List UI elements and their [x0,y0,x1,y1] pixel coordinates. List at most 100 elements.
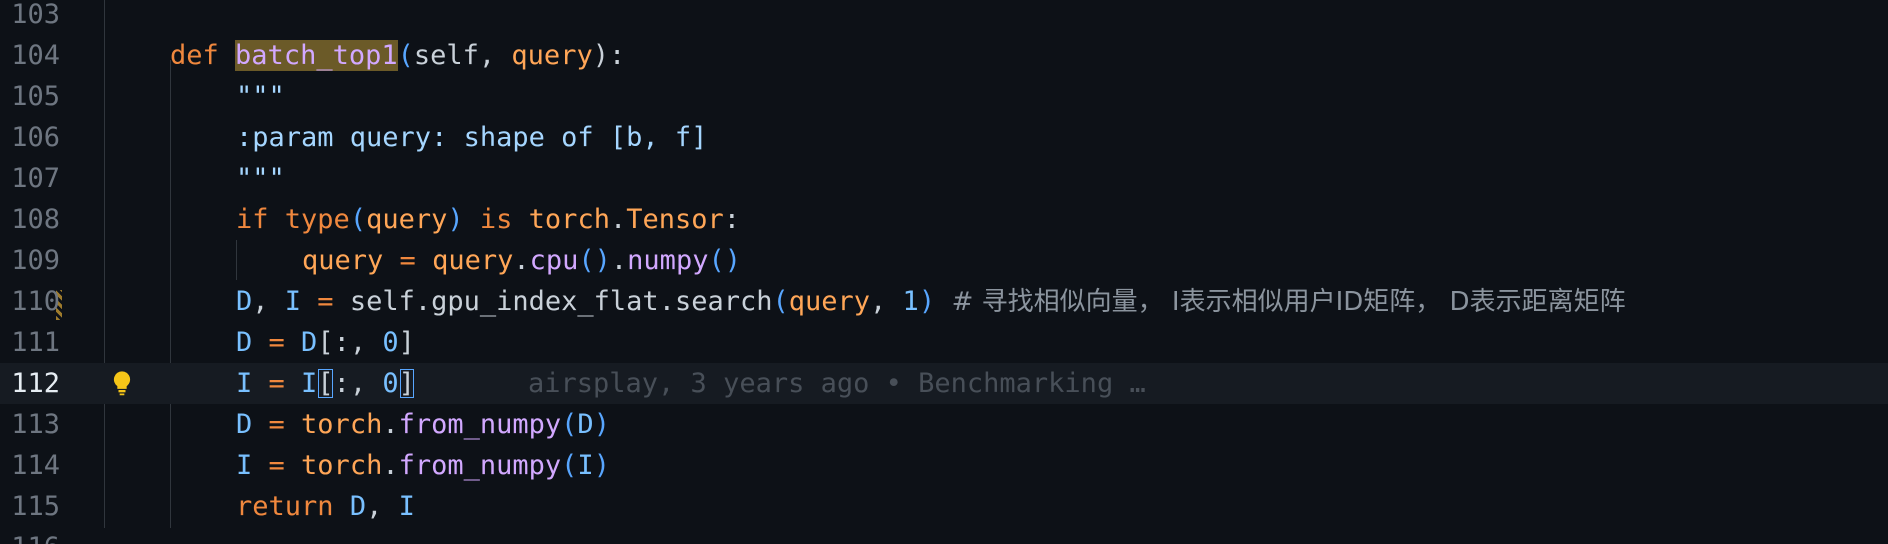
code-text[interactable]: D = torch.from_numpy(D) [236,404,610,445]
code-line-111[interactable]: 111 D = D[:, 0] [0,322,1888,363]
comma: , [478,40,512,71]
line-number: 114 [11,450,60,481]
code-line-106[interactable]: 106 :param query: shape of [b, f] [0,117,1888,158]
line-number: 111 [11,327,60,358]
paren-colon: ): [592,40,626,71]
bracket: ] [398,327,415,358]
line-number: 106 [11,122,60,153]
var-d: D [349,491,367,522]
code-line-109[interactable]: 109 query = query.cpu().numpy() [0,240,1888,281]
paren: ( [772,286,789,317]
paren: ) [447,204,464,235]
var-query: query [302,245,384,276]
param-query: query [511,40,593,71]
var-d: D [236,286,253,317]
bracket-match: [ [317,368,334,399]
module-torch: torch [528,204,610,235]
comma: , [366,491,399,522]
line-number: 108 [11,204,60,235]
assign: = [252,368,302,399]
module-torch: torch [301,409,383,440]
paren: ) [593,450,610,481]
code-text[interactable]: I = torch.from_numpy(I) [236,445,610,486]
var-d: D [577,409,594,440]
dot: . [609,204,627,235]
var-d: D [236,409,253,440]
line-number: 107 [11,163,60,194]
var-query: query [366,204,448,235]
line-number: 113 [11,409,60,440]
keyword-if: if [236,204,269,235]
var-query: query [788,286,871,317]
colon: : [723,204,741,235]
code-line-112[interactable]: 112 I = I[:, 0] airsplay, 3 years ago • … [0,363,1888,404]
code-line-108[interactable]: 108 if type(query) is torch.Tensor: [0,199,1888,240]
number: 1 [902,286,919,317]
line-number: 105 [11,81,60,112]
paren: () [708,245,741,276]
paren: ( [561,450,578,481]
code-text[interactable]: if type(query) is torch.Tensor: [236,199,740,240]
slice: :, [333,368,383,399]
var-d: D [301,327,318,358]
var-d: D [236,327,253,358]
method-from-numpy: from_numpy [398,450,562,481]
paren: ( [397,40,414,71]
keyword-def: def [170,40,219,71]
code-text[interactable]: return D, I [236,486,415,527]
code-line-115[interactable]: 115 return D, I [0,486,1888,527]
code-line-110[interactable]: 110 D, I = self.gpu_index_flat.search(qu… [0,281,1888,322]
assign: = [383,245,433,276]
line-number: 115 [11,491,60,522]
builtin-type: type [284,204,350,235]
param-self: self [413,40,479,71]
git-blame-annotation[interactable]: airsplay, 3 years ago • Benchmarking … [528,363,1146,404]
method-cpu: cpu [529,245,579,276]
docstring-quote: """ [236,81,285,112]
code-editor[interactable]: 103 104 def batch_top1(self, query): 105… [0,0,1888,544]
line-number: 103 [11,0,60,30]
module-torch: torch [301,450,383,481]
code-line-113[interactable]: 113 D = torch.from_numpy(D) [0,404,1888,445]
var-i: I [301,368,318,399]
assign: = [252,450,302,481]
paren: () [578,245,611,276]
assign: = [252,409,302,440]
code-line-104[interactable]: 104 def batch_top1(self, query): [0,35,1888,76]
keyword-is: is [479,204,513,235]
code-line-114[interactable]: 114 I = torch.from_numpy(I) [0,445,1888,486]
dot: . [610,245,628,276]
function-name-highlight: batch_top1 [235,40,398,71]
code-text[interactable]: D = D[:, 0] [236,322,415,363]
dot: . [382,450,399,481]
line-number: 104 [11,40,60,71]
bracket: [ [317,327,334,358]
docstring-text: :param query: shape of [b, f] [236,122,708,153]
code-text[interactable]: query = query.cpu().numpy() [302,240,741,281]
code-text[interactable]: def batch_top1(self, query): [170,35,625,76]
attr-search: .gpu_index_flat.search [414,286,773,317]
lightbulb-icon[interactable] [108,369,136,397]
code-line-116[interactable]: 116 [0,527,1888,544]
var-i: I [236,450,253,481]
comma: , [252,286,285,317]
code-text[interactable]: I = I[:, 0] [236,363,415,404]
keyword-return: return [236,491,334,522]
code-line-105[interactable]: 105 """ [0,76,1888,117]
line-number: 112 [11,368,60,399]
code-text[interactable]: D, I = self.gpu_index_flat.search(query,… [236,281,1626,323]
code-line-107[interactable]: 107 """ [0,158,1888,199]
line-number: 116 [0,527,60,544]
class-tensor: Tensor [626,204,724,235]
dot: . [513,245,530,276]
assign: = [301,286,350,317]
assign: = [252,327,302,358]
code-line-103[interactable]: 103 [0,0,1888,35]
paren: ) [593,409,610,440]
method-numpy: numpy [627,245,709,276]
paren: ) [918,286,936,317]
paren: ( [349,204,367,235]
slice: :, [333,327,383,358]
var-i: I [236,368,253,399]
bracket-match: ] [398,368,415,399]
